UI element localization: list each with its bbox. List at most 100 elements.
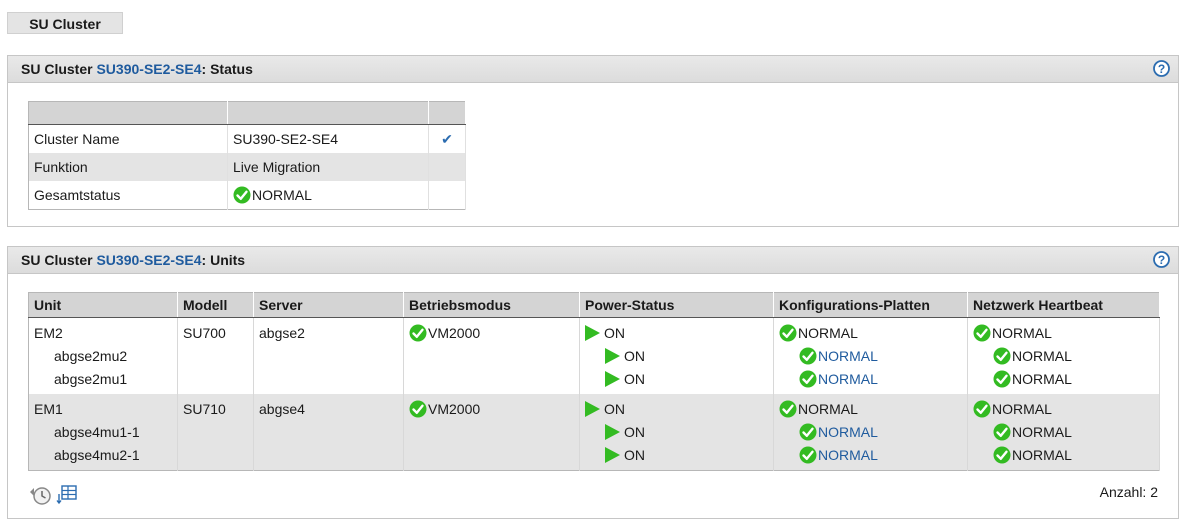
heartbeat-status: NORMAL [1012,371,1072,387]
units-panel-prefix: SU Cluster [21,252,93,268]
status-table: Cluster Name SU390-SE2-SE4 ✔ Funktion Li… [28,101,466,210]
svg-text:?: ? [1158,62,1165,76]
power-on-icon [605,424,620,440]
refresh-history-icon[interactable] [28,484,52,506]
page-tab-su-cluster[interactable]: SU Cluster [7,12,123,34]
ok-status-icon [779,400,797,418]
status-panel-cluster-link[interactable]: SU390-SE2-SE4 [96,61,201,77]
ok-status-icon [799,370,817,388]
power-on-icon [605,447,620,463]
help-icon[interactable]: ? [1153,251,1170,268]
status-table-header [28,101,466,125]
unit-name[interactable]: EM2 [34,325,63,341]
power-on-icon [605,348,620,364]
status-value: Live Migration [227,153,429,181]
subunit-name[interactable]: abgse4mu2-1 [34,444,177,467]
help-icon[interactable]: ? [1153,60,1170,77]
subunit-name[interactable]: abgse4mu1-1 [34,421,177,444]
status-value: SU390-SE2-SE4 [227,124,429,153]
power-status: ON [624,424,645,440]
power-status: ON [624,447,645,463]
status-label: Funktion [28,153,228,181]
ok-status-icon [779,324,797,342]
subunit-config: NORMAL [779,421,967,444]
ok-status-icon [409,324,427,342]
ok-status-icon [993,423,1011,441]
column-header-unit[interactable]: Unit [28,292,178,318]
row-count: Anzahl: 2 [1099,484,1158,500]
column-header-model[interactable]: Modell [177,292,254,318]
cell-heartbeat: NORMAL NORMAL NORMAL [967,317,1160,394]
status-empty-cell [428,181,466,210]
subunit-config: NORMAL [779,444,967,467]
subunit-heartbeat: NORMAL [973,345,1159,368]
heartbeat-status: NORMAL [1012,348,1072,364]
subunit-heartbeat: NORMAL [973,444,1159,467]
cell-server: abgse2 [253,317,404,394]
mode-value: VM2000 [428,401,481,417]
cell-mode: VM2000 [403,317,580,394]
status-empty-cell [428,153,466,181]
config-status-link[interactable]: NORMAL [818,447,878,463]
power-on-icon [585,401,600,417]
ok-status-icon [799,446,817,464]
unit-name[interactable]: EM1 [34,401,63,417]
column-header-mode[interactable]: Betriebsmodus [403,292,580,318]
units-table-header: Unit Modell Server Betriebsmodus Power-S… [28,292,1160,318]
cell-config: NORMAL NORMAL NORMAL [773,317,968,394]
subunit-heartbeat: NORMAL [973,421,1159,444]
table-row[interactable]: EM2 abgse2mu2 abgse2mu1 SU700 abgse2 VM2000 ON… [28,317,1160,394]
ok-status-icon [973,400,991,418]
table-toolbar [28,484,78,506]
status-label: Cluster Name [28,124,228,153]
power-status: ON [624,348,645,364]
units-panel-cluster-link[interactable]: SU390-SE2-SE4 [96,252,201,268]
heartbeat-status: NORMAL [992,401,1052,417]
config-status-link[interactable]: NORMAL [818,424,878,440]
power-status: ON [604,325,625,341]
subunit-config: NORMAL [779,368,967,391]
subunit-power: ON [585,444,773,467]
units-table: Unit Modell Server Betriebsmodus Power-S… [28,292,1160,471]
ok-status-icon [799,347,817,365]
subunit-heartbeat: NORMAL [973,368,1159,391]
subunit-name[interactable]: abgse2mu2 [34,345,177,368]
status-col-2 [227,101,429,125]
cell-mode: VM2000 [403,394,580,471]
table-export-icon[interactable] [56,484,78,506]
subunit-config: NORMAL [779,345,967,368]
subunit-name[interactable]: abgse2mu1 [34,368,177,391]
heartbeat-status: NORMAL [1012,447,1072,463]
column-header-server[interactable]: Server [253,292,404,318]
column-header-config[interactable]: Konfigurations-Platten [773,292,968,318]
cell-heartbeat: NORMAL NORMAL NORMAL [967,394,1160,471]
config-status: NORMAL [798,401,858,417]
power-status: ON [604,401,625,417]
check-icon: ✔ [428,124,466,153]
power-on-icon [585,325,600,341]
cell-model: SU710 [177,394,254,471]
status-row-function: Funktion Live Migration [28,153,466,181]
units-panel: SU Cluster SU390-SE2-SE4: Units ? Unit M… [7,246,1179,519]
config-status-link[interactable]: NORMAL [818,348,878,364]
units-panel-suffix: : Units [201,252,246,268]
ok-status-icon [993,347,1011,365]
subunit-power: ON [585,345,773,368]
column-header-heartbeat[interactable]: Netzwerk Heartbeat [967,292,1160,318]
heartbeat-status: NORMAL [992,325,1052,341]
status-panel-header: SU Cluster SU390-SE2-SE4: Status ? [8,56,1178,83]
config-status: NORMAL [798,325,858,341]
status-panel-suffix: : Status [201,61,253,77]
ok-status-icon [993,446,1011,464]
power-status: ON [624,371,645,387]
status-panel-prefix: SU Cluster [21,61,93,77]
ok-status-icon [973,324,991,342]
status-value: NORMAL [252,187,312,203]
ok-status-icon [799,423,817,441]
cell-unit: EM2 abgse2mu2 abgse2mu1 [28,317,178,394]
status-label: Gesamtstatus [28,181,228,210]
table-row[interactable]: EM1 abgse4mu1-1 abgse4mu2-1 SU710 abgse4 VM20… [28,394,1160,471]
column-header-power[interactable]: Power-Status [579,292,774,318]
cell-server: abgse4 [253,394,404,471]
config-status-link[interactable]: NORMAL [818,371,878,387]
